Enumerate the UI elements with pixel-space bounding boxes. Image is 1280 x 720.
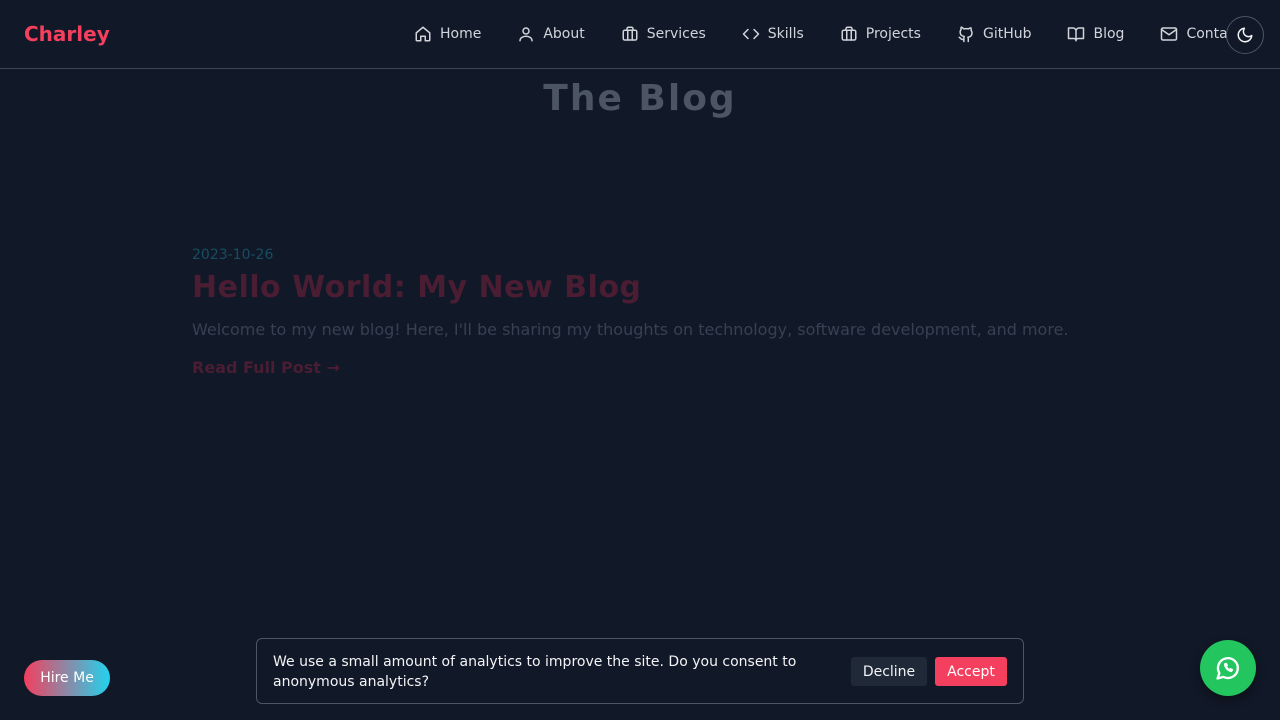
nav-item-label: Home bbox=[440, 26, 482, 42]
code-icon bbox=[742, 28, 760, 40]
mail-icon bbox=[1161, 27, 1178, 41]
page-title: The Blog bbox=[543, 78, 737, 119]
read-more-link[interactable]: Read Full Post → bbox=[192, 358, 340, 378]
nav-item-label: About bbox=[543, 26, 585, 42]
blog-post-card: 2023-10-26 Hello World: My New Blog Welc… bbox=[192, 246, 1092, 378]
accept-button[interactable]: Accept bbox=[935, 657, 1007, 686]
nav-item-label: Projects bbox=[865, 26, 921, 42]
nav-item-github[interactable]: GitHub bbox=[939, 17, 1050, 51]
nav-item-label: Skills bbox=[767, 26, 804, 42]
post-date: 2023-10-26 bbox=[192, 247, 274, 263]
user-icon bbox=[519, 27, 534, 42]
whatsapp-icon bbox=[1216, 656, 1239, 680]
briefcase-icon bbox=[841, 26, 857, 41]
nav-item-label: Services bbox=[646, 26, 706, 42]
theme-toggle-button[interactable] bbox=[1226, 16, 1264, 54]
decline-button[interactable]: Decline bbox=[851, 657, 927, 686]
nav-item-label: Blog bbox=[1093, 26, 1125, 42]
consent-text: We use a small amount of analytics to im… bbox=[273, 654, 797, 690]
nav-item-skills[interactable]: Skills bbox=[724, 17, 822, 51]
nav-item-blog[interactable]: Blog bbox=[1049, 17, 1142, 51]
brand-logo[interactable]: Charley bbox=[24, 21, 110, 47]
post-title[interactable]: Hello World: My New Blog bbox=[192, 270, 1092, 306]
home-icon bbox=[415, 26, 431, 42]
whatsapp-button[interactable] bbox=[1200, 640, 1256, 696]
nav-links: Home About Services Skills Projects GitH… bbox=[396, 17, 1230, 51]
nav-item-contact[interactable]: Contact bbox=[1142, 17, 1230, 51]
post-excerpt: Welcome to my new blog! Here, I'll be sh… bbox=[192, 320, 1069, 339]
consent-banner: We use a small amount of analytics to im… bbox=[256, 638, 1024, 704]
briefcase-icon bbox=[622, 26, 638, 41]
navbar: Charley Home About Services Skills Proje… bbox=[0, 0, 1280, 69]
moon-icon bbox=[1237, 27, 1253, 43]
book-icon bbox=[1068, 27, 1085, 42]
nav-item-label: GitHub bbox=[982, 26, 1032, 42]
github-icon bbox=[958, 26, 973, 43]
nav-item-services[interactable]: Services bbox=[603, 17, 724, 51]
nav-item-about[interactable]: About bbox=[499, 17, 602, 51]
nav-item-home[interactable]: Home bbox=[396, 17, 499, 51]
nav-item-projects[interactable]: Projects bbox=[822, 17, 939, 51]
nav-item-label: Contact bbox=[1186, 26, 1230, 42]
hire-me-button[interactable]: Hire Me bbox=[24, 660, 110, 696]
